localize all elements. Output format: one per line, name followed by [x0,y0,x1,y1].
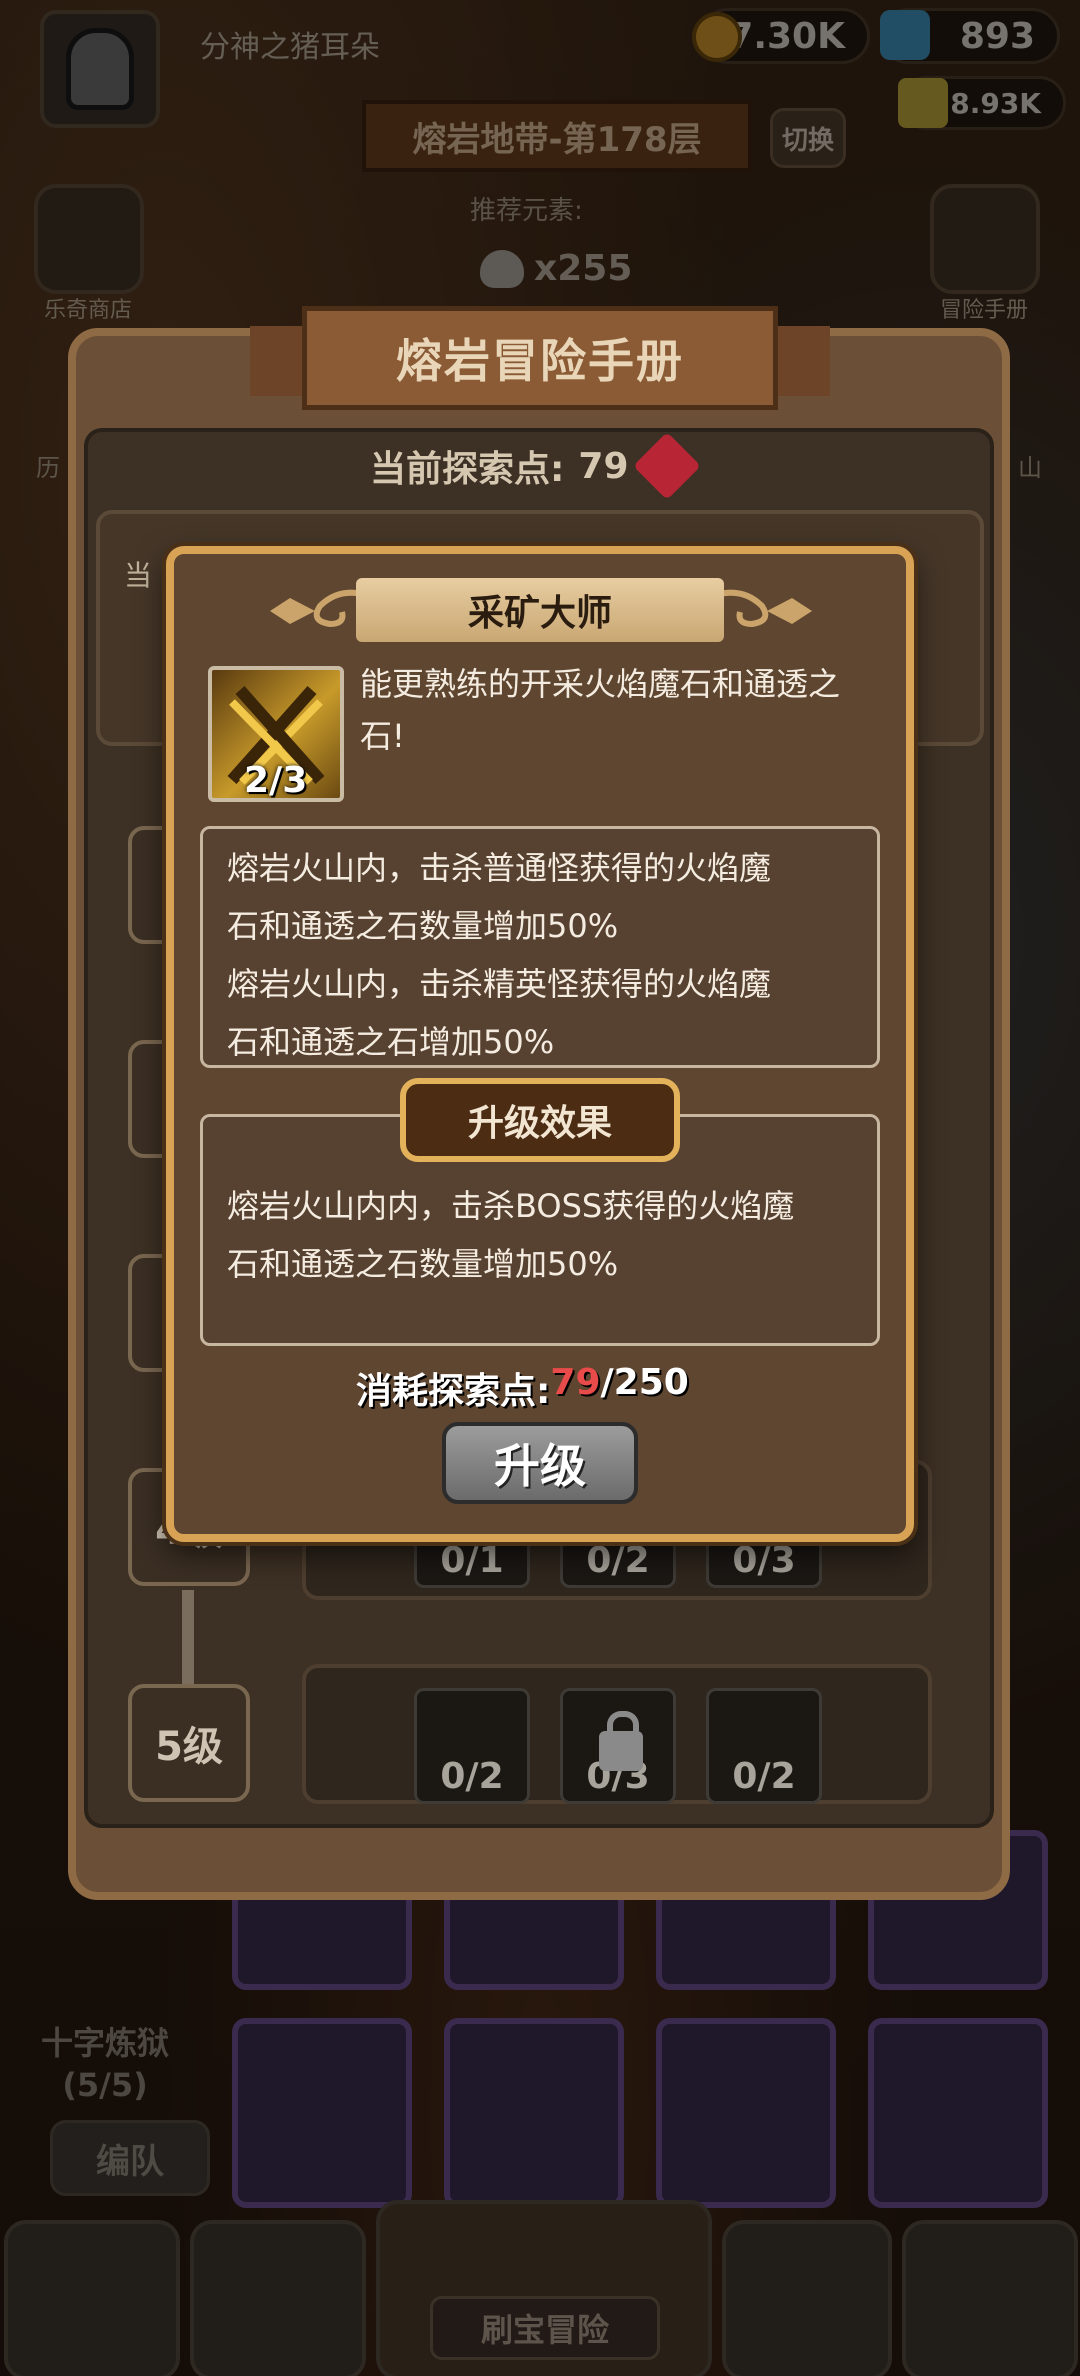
level-badge[interactable]: 5级 [128,1684,250,1802]
cost-current: 79 [550,1362,601,1403]
upgrade-effects-header: 升级效果 [400,1078,680,1162]
ribbon-right-tail [770,326,830,396]
skill-slot[interactable]: 0/2 [414,1688,530,1804]
points-value: 79 [578,445,629,487]
cost-line: 消耗探索点: 79 /250 [356,1362,689,1414]
effect-line: 石和通透之石数量增加50% [227,907,619,945]
level-connector [182,1590,194,1690]
upper-partial-text: 当 [124,559,153,592]
level-5-row: 0/2 0/3 0/2 [302,1664,932,1804]
ribbon-left-tail [250,326,310,396]
manual-title: 熔岩冒险手册 [302,306,778,410]
skill-description: 能更熟练的开采火焰魔石和通透之石! [360,665,841,755]
red-gem-icon [632,432,701,500]
upgrade-effect-line: 石和通透之石数量增加50% [227,1245,619,1283]
lock-icon [599,1711,643,1771]
skill-slot-locked[interactable]: 0/3 [560,1688,676,1804]
exploration-points: 当前探索点: 79 [370,432,701,500]
upgrade-effect-line: 熔岩火山内内，击杀BOSS获得的火焰魔 [227,1187,795,1225]
cost-label: 消耗探索点: [356,1371,551,1412]
skill-title: 采矿大师 [356,578,724,642]
cost-required: /250 [600,1362,689,1403]
effect-line: 熔岩火山内，击杀精英怪获得的火焰魔 [227,965,772,1003]
effect-line: 熔岩火山内，击杀普通怪获得的火焰魔 [227,849,772,887]
upgrade-button[interactable]: 升级 [442,1422,638,1504]
effect-line: 石和通透之石增加50% [227,1023,555,1061]
points-label: 当前探索点: [370,449,565,490]
skill-slot[interactable]: 0/2 [706,1688,822,1804]
skill-level: 2/3 [244,760,308,801]
current-effects-box: 熔岩火山内，击杀普通怪获得的火焰魔 石和通透之石数量增加50% 熔岩火山内，击杀… [200,826,880,1068]
